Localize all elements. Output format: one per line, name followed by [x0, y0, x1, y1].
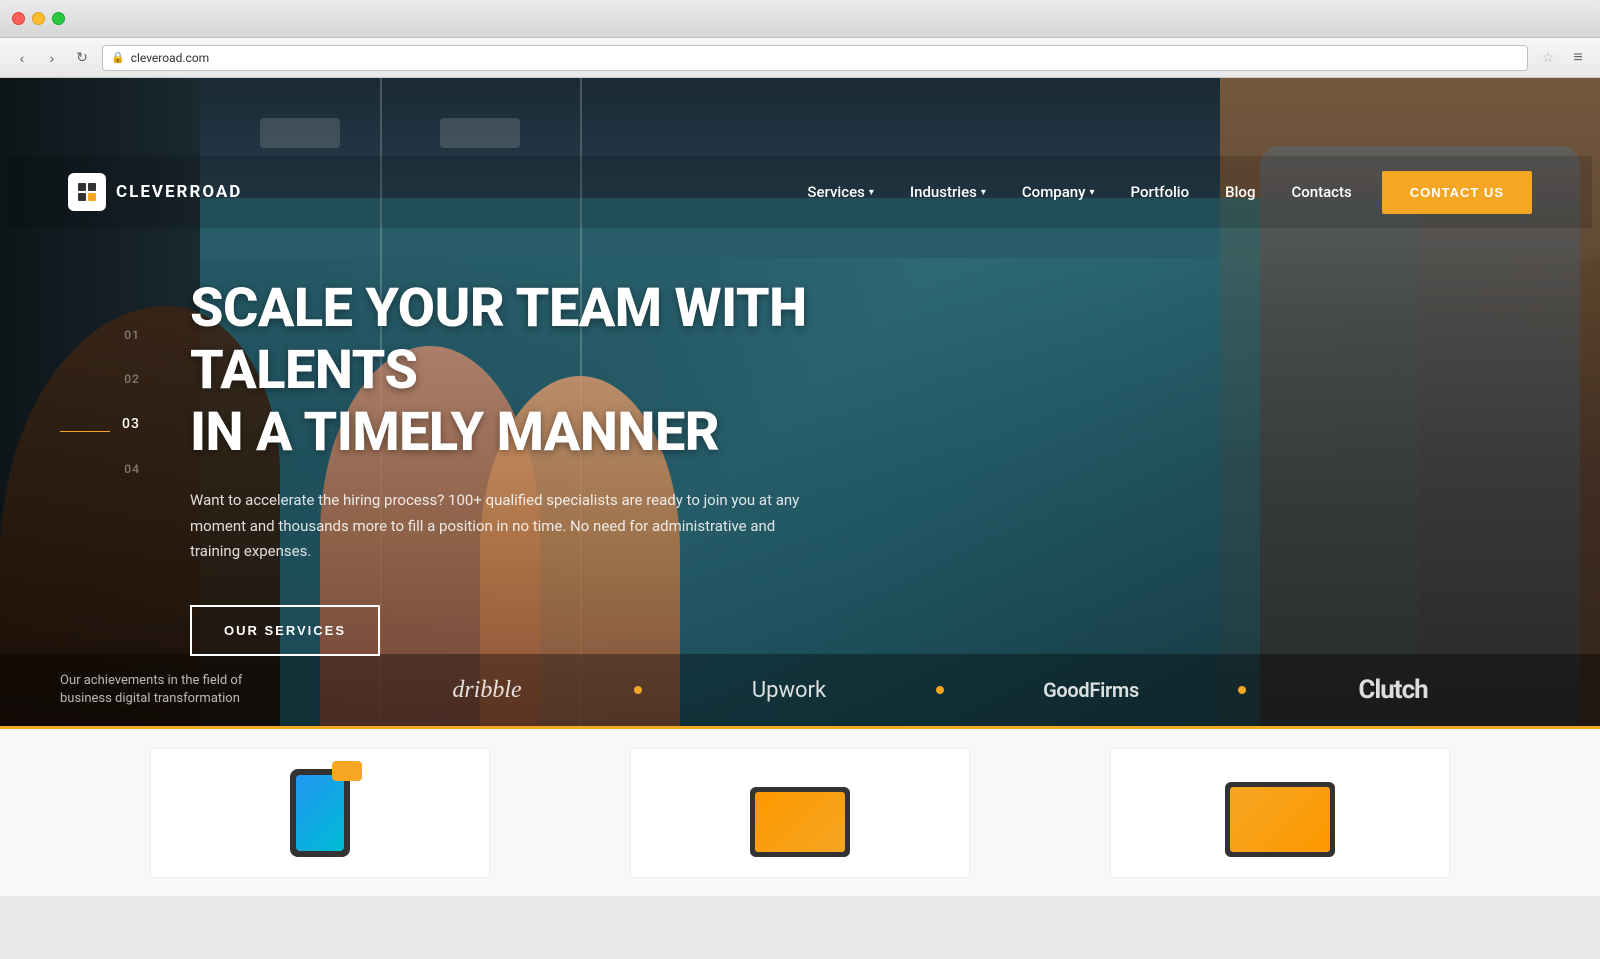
partner-clutch: Clutch	[1246, 675, 1540, 705]
industries-arrow: ▾	[981, 187, 986, 198]
browser-titlebar	[0, 0, 1600, 38]
window-controls	[12, 12, 65, 25]
nav-blog[interactable]: Blog	[1225, 183, 1255, 201]
service-card-desktop	[1110, 748, 1450, 878]
slide-03-active: 03	[122, 416, 140, 432]
dot-1	[634, 686, 642, 694]
nav-links: Services ▾ Industries ▾ Company ▾ Portfo…	[807, 183, 1351, 201]
logo[interactable]: CLEVERROAD	[68, 173, 242, 211]
partner-logos: dribble Upwork GoodFirms Clutch	[340, 675, 1540, 705]
notification-badge	[332, 761, 362, 781]
hero-content: SCALE YOUR TEAM WITH TALENTS IN A TIMELY…	[190, 278, 1010, 656]
slide-line	[60, 431, 110, 432]
nav-contacts[interactable]: Contacts	[1291, 183, 1351, 201]
browser-toolbar: ‹ › ↻ 🔒 cleveroad.com ☆ ≡	[0, 38, 1600, 78]
partner-upwork: Upwork	[642, 678, 936, 703]
nav-industries[interactable]: Industries ▾	[910, 183, 986, 201]
hero-section: CLEVERROAD Services ▾ Industries ▾ Compa…	[0, 78, 1600, 726]
service-card-mobile	[150, 748, 490, 878]
goodfirms-logo: GoodFirms	[1043, 678, 1139, 702]
company-arrow: ▾	[1089, 187, 1094, 198]
upwork-logo: Upwork	[752, 678, 826, 703]
url-text: cleveroad.com	[131, 51, 210, 65]
reload-button[interactable]: ↻	[72, 48, 92, 68]
nav-company[interactable]: Company ▾	[1022, 183, 1095, 201]
dribbble-logo: dribble	[452, 677, 521, 704]
logo-icon	[68, 173, 106, 211]
mobile-icon	[290, 769, 350, 857]
partner-goodfirms: GoodFirms	[944, 678, 1238, 702]
partner-dribbble: dribble	[340, 677, 634, 704]
our-services-button[interactable]: OUR SERVICES	[190, 605, 380, 656]
hero-subtitle: Want to accelerate the hiring process? 1…	[190, 488, 810, 565]
slide-02: 02	[124, 372, 140, 386]
clutch-logo: Clutch	[1358, 675, 1427, 705]
services-arrow: ▾	[869, 187, 874, 198]
logo-text: CLEVERROAD	[116, 182, 242, 202]
bookmark-button[interactable]: ☆	[1538, 48, 1558, 68]
nav-services[interactable]: Services ▾	[807, 183, 873, 201]
slide-04: 04	[124, 462, 140, 476]
address-bar[interactable]: 🔒 cleveroad.com	[102, 45, 1528, 71]
web-icon	[750, 787, 850, 857]
service-card-web	[630, 748, 970, 878]
slide-01: 01	[124, 328, 140, 342]
achievements-text: Our achievements in the field of busines…	[60, 672, 340, 708]
close-button[interactable]	[12, 12, 25, 25]
nav-portfolio[interactable]: Portfolio	[1131, 183, 1190, 201]
forward-button[interactable]: ›	[42, 48, 62, 68]
back-button[interactable]: ‹	[12, 48, 32, 68]
below-fold-section	[0, 726, 1600, 896]
website-content: CLEVERROAD Services ▾ Industries ▾ Compa…	[0, 78, 1600, 896]
slide-counter: 01 02 03 04	[60, 328, 140, 476]
desktop-icon	[1225, 782, 1335, 857]
person-right-silhouette	[1260, 146, 1580, 726]
contact-us-button[interactable]: CONTACT US	[1382, 171, 1532, 214]
maximize-button[interactable]	[52, 12, 65, 25]
main-navigation: CLEVERROAD Services ▾ Industries ▾ Compa…	[8, 156, 1592, 228]
menu-button[interactable]: ≡	[1568, 48, 1588, 68]
security-icon: 🔒	[111, 51, 125, 64]
dot-2	[936, 686, 944, 694]
dot-3	[1238, 686, 1246, 694]
hero-title: SCALE YOUR TEAM WITH TALENTS IN A TIMELY…	[190, 278, 1010, 464]
hero-bottom-bar: Our achievements in the field of busines…	[0, 654, 1600, 726]
minimize-button[interactable]	[32, 12, 45, 25]
